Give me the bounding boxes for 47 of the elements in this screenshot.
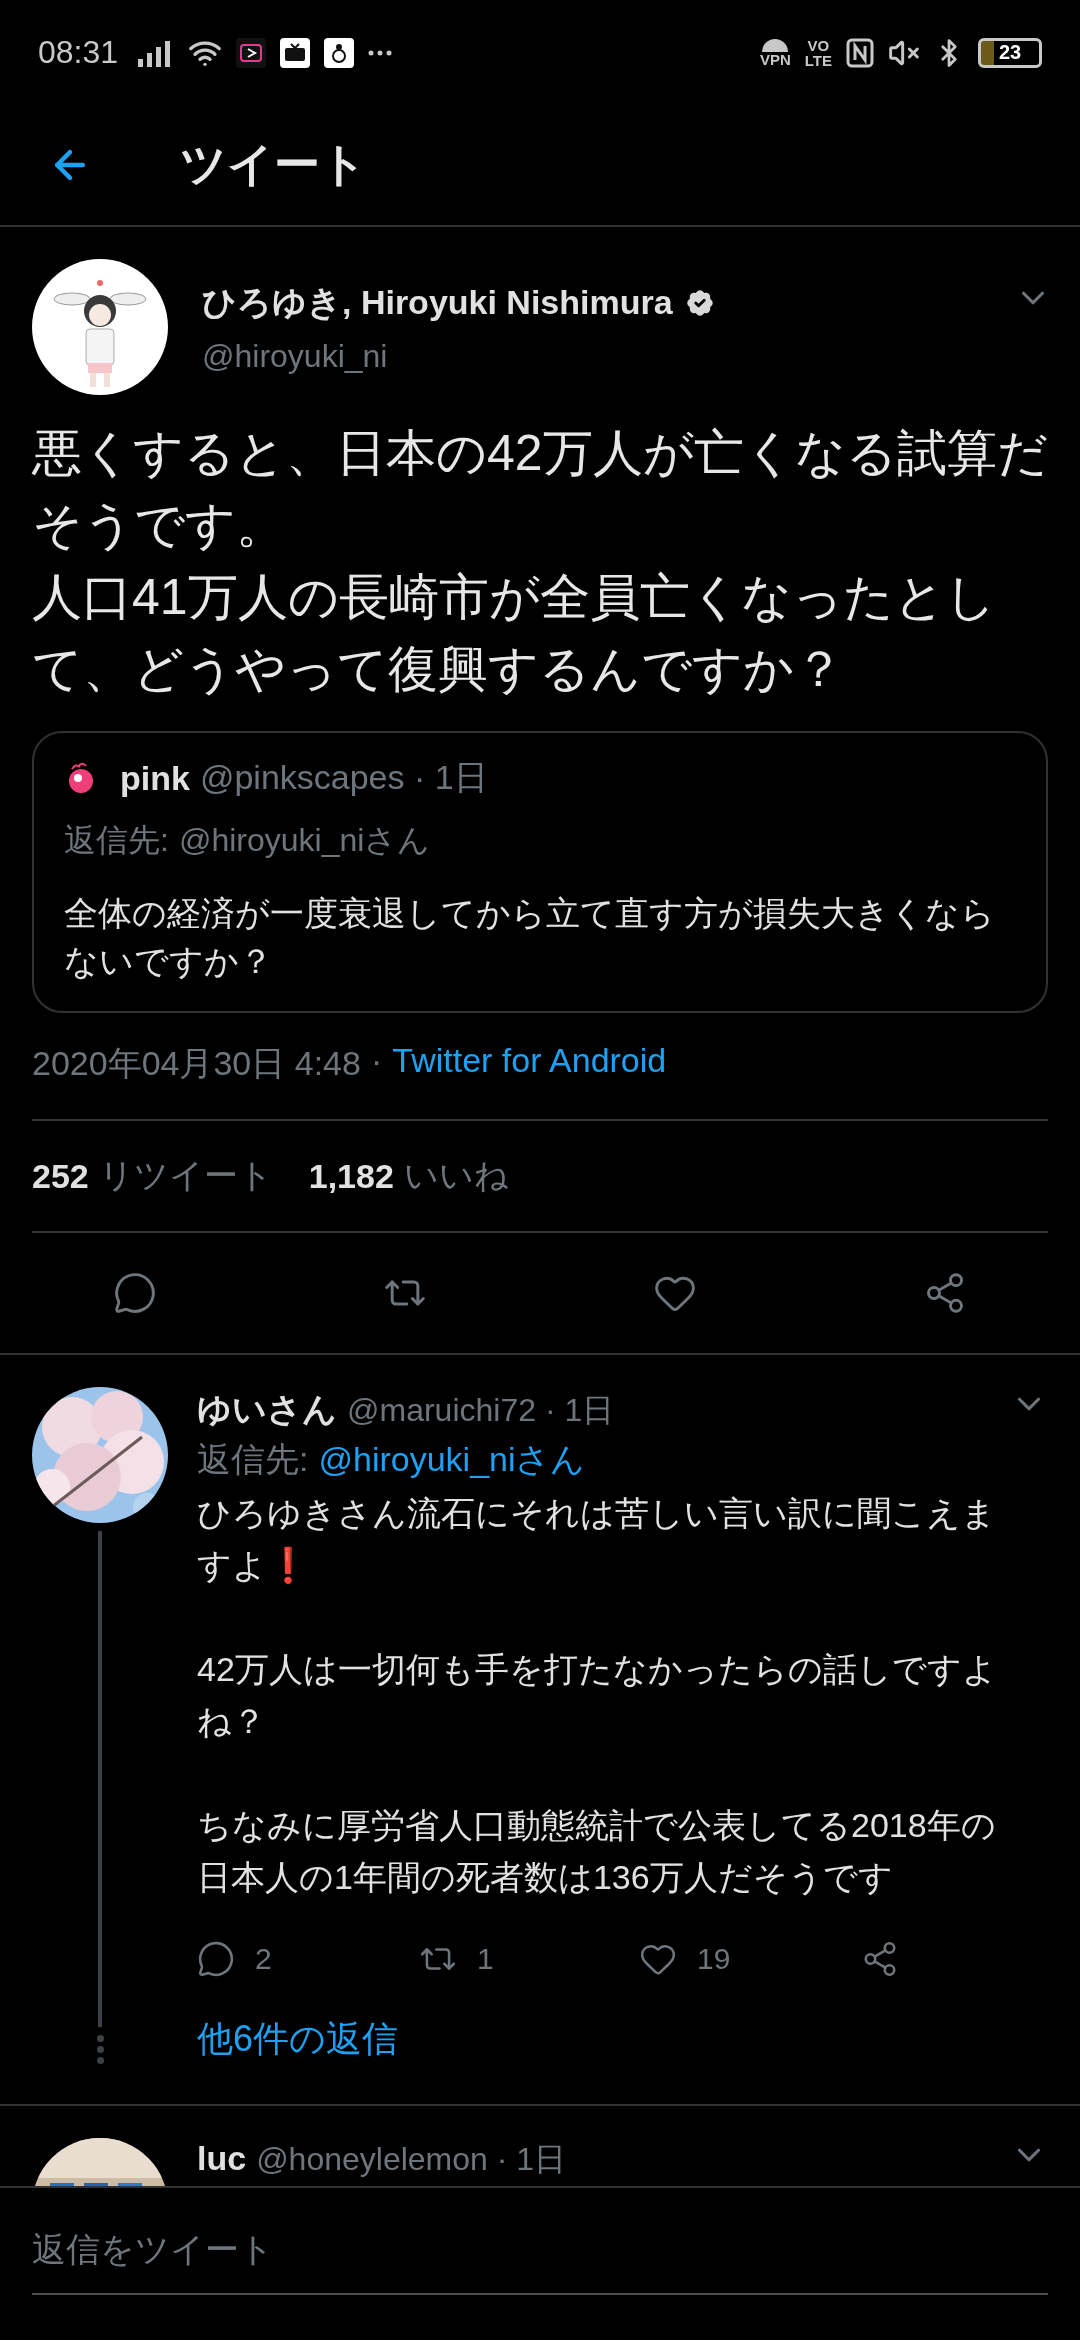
volte-label: LTE bbox=[804, 52, 832, 68]
nfc-icon bbox=[846, 37, 874, 68]
tweet-text: 悪くすると、日本の42万人が亡くなる試算だそうです。 bbox=[32, 424, 1048, 555]
retweet-button[interactable]: 1 bbox=[419, 1940, 639, 1978]
reply-input[interactable]: 返信をツイート bbox=[32, 2206, 1048, 2295]
vpn-icon bbox=[760, 38, 791, 52]
separator: · bbox=[370, 1041, 383, 1081]
reply-author-name: luc bbox=[197, 2139, 247, 2178]
reply-button[interactable]: 2 bbox=[197, 1940, 419, 1978]
stat-label[interactable]: いいね bbox=[403, 1153, 509, 1199]
author-name: ひろゆき, Hiroyuki Nishimura bbox=[202, 281, 673, 323]
reply-to-label: 返信先: bbox=[64, 821, 169, 860]
thread-dots bbox=[96, 2035, 104, 2064]
stat-count: 1,182 bbox=[308, 1156, 394, 1196]
tv-app-icon bbox=[280, 37, 311, 68]
play-app-icon bbox=[236, 37, 267, 68]
quoted-tweet[interactable]: pink @pinkscapes · 1日 返信先: @hiroyuki_niさん 全体の経済が一度衰退してから立て直す方が損失大きくならないですか？ bbox=[32, 731, 1048, 1013]
reply-icon bbox=[113, 1271, 157, 1315]
tweet-date: 2020年04月30日 4:48 bbox=[32, 1043, 361, 1084]
reply-meta: @maruichi72 · 1日 bbox=[347, 1391, 615, 1430]
tweet-text: 人口41万人の長崎市が全員亡くなったとして、どうやって復興するんですか？ bbox=[32, 568, 997, 699]
reply-text: ひろゆきさん流石にそれは苦しい言い訳に聞こえますよ❗ bbox=[197, 1493, 997, 1586]
reply-author-name: ゆいさん bbox=[197, 1389, 337, 1430]
screen-title: ツイート bbox=[180, 137, 367, 192]
more-replies-link[interactable]: 他6件の返信 bbox=[197, 2007, 399, 2104]
reply-text: ちなみに厚労省人口動態統計で公表してる2018年の日本人の1年間の死者数は136万人だそうです bbox=[197, 1805, 997, 1898]
reply-icon bbox=[197, 1940, 235, 1978]
reply-to-link[interactable]: @hiroyuki_niさん bbox=[178, 819, 431, 863]
vpn-label: VPN bbox=[759, 52, 791, 67]
status-time: 08:31 bbox=[38, 34, 119, 71]
stat-label[interactable]: リツイート bbox=[98, 1153, 273, 1199]
app-icon bbox=[324, 37, 355, 68]
battery-level: 23 bbox=[978, 37, 1042, 68]
reply-to-link[interactable]: @hiroyuki_niさん bbox=[318, 1437, 586, 1483]
stat-count: 252 bbox=[32, 1156, 89, 1196]
quote-author-name: pink bbox=[120, 758, 190, 798]
quote-text: 全体の経済が一度衰退してから立て直す方が損失大きくならないですか？ bbox=[64, 893, 996, 982]
quote-meta: @pinkscapes · 1日 bbox=[199, 757, 488, 798]
reply-to-label: 返信先: bbox=[197, 1439, 309, 1480]
reply-text: 42万人は一切何も手を打たなかったらの話しですよね？ bbox=[197, 1649, 998, 1742]
author-handle: @hiroyuki_ni bbox=[202, 337, 389, 375]
reply-button[interactable] bbox=[113, 1271, 157, 1315]
reply-meta: @honeylelemon · 1日 bbox=[256, 2140, 567, 2179]
volte-label: VO bbox=[807, 37, 830, 53]
source-link[interactable]: Twitter for Android bbox=[392, 1041, 667, 1087]
like-button[interactable]: 19 bbox=[639, 1940, 861, 1978]
more-icon bbox=[368, 49, 393, 56]
